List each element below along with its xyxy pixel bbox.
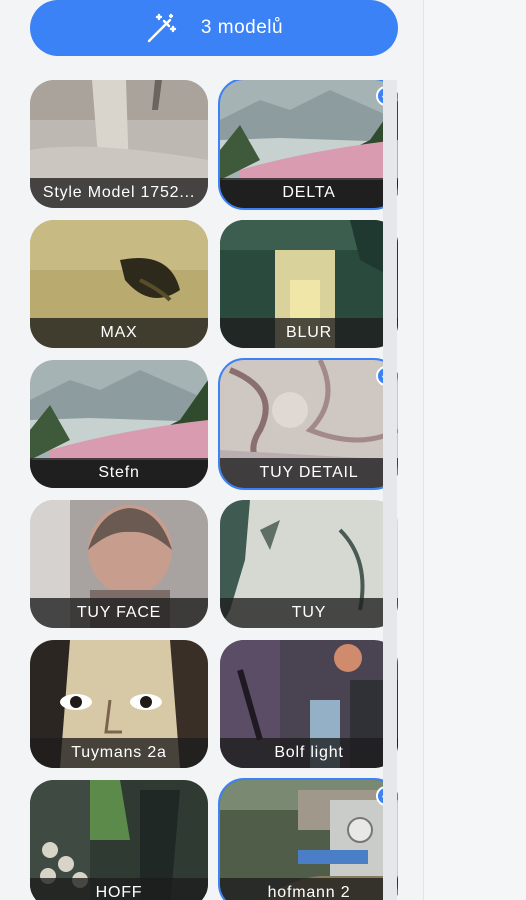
model-card[interactable]: HOFF [30, 780, 208, 900]
model-name: hofmann 2 [220, 878, 398, 900]
model-name: Stefn [30, 458, 208, 488]
model-name: Bolf light [220, 738, 398, 768]
model-name: TUY [220, 598, 398, 628]
grid-scrollbar[interactable] [383, 80, 397, 900]
model-name: TUY FACE [30, 598, 208, 628]
model-card-selected[interactable]: DELTA [218, 80, 398, 210]
model-name: Tuymans 2a [30, 738, 208, 768]
model-name: MAX [30, 318, 208, 348]
model-card[interactable]: Bolf light [220, 640, 398, 768]
model-name: HOFF [30, 878, 208, 900]
model-name: Style Model 1752... [30, 178, 208, 208]
model-card[interactable]: TUY FACE [30, 500, 208, 628]
model-card[interactable]: MAX [30, 220, 208, 348]
apply-button-label: 3 modelů [200, 17, 284, 38]
model-card[interactable]: TUY [220, 500, 398, 628]
model-card[interactable]: BLUR [220, 220, 398, 348]
model-card[interactable]: Style Model 1752... [30, 80, 208, 208]
apply-models-button[interactable]: 3 modelů [30, 0, 398, 56]
right-pane [424, 0, 526, 900]
model-grid: Style Model 1752... DELTA MAX BLUR Stefn… [30, 80, 398, 900]
model-card-selected[interactable]: hofmann 2 [218, 778, 398, 900]
model-card-selected[interactable]: TUY DETAIL [218, 358, 398, 490]
model-card[interactable]: Tuymans 2a [30, 640, 208, 768]
model-name: BLUR [220, 318, 398, 348]
model-name: DELTA [220, 178, 398, 208]
model-card[interactable]: Stefn [30, 360, 208, 488]
model-name: TUY DETAIL [220, 458, 398, 488]
magic-wand-icon [145, 11, 179, 45]
